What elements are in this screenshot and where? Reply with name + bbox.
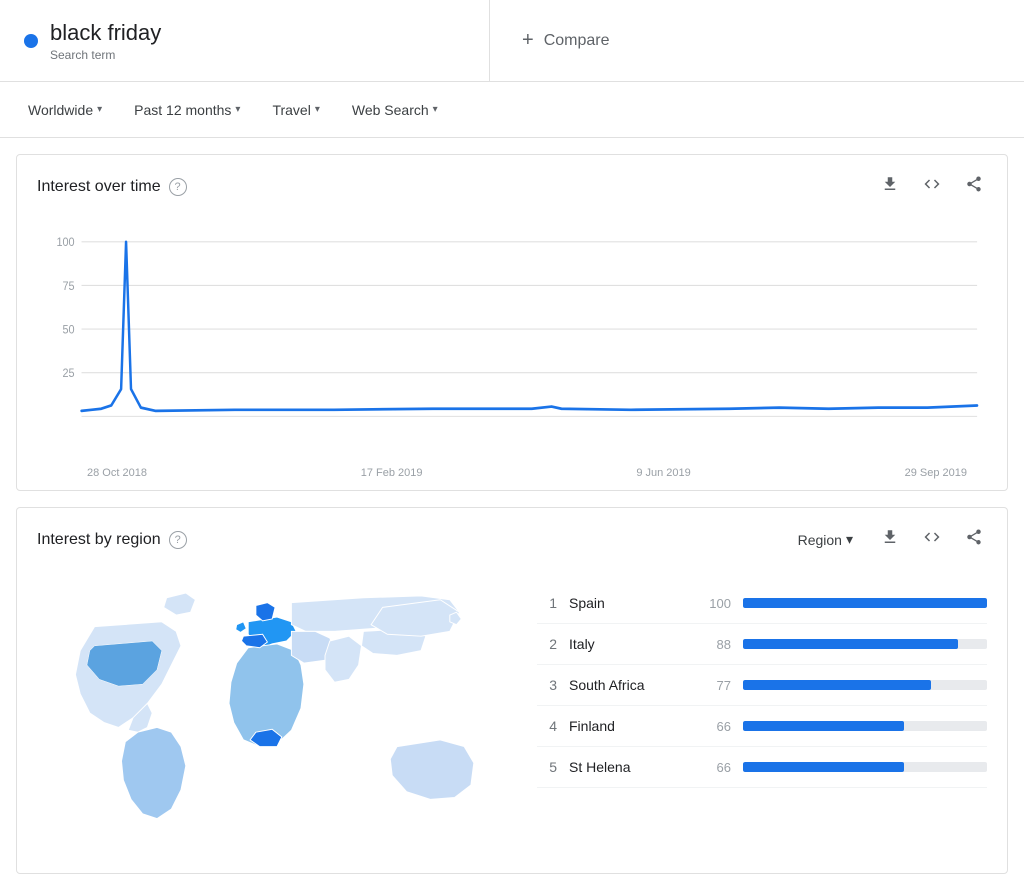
chevron-down-icon: ▾ xyxy=(97,104,102,115)
header: black friday Search term + Compare xyxy=(0,0,1024,82)
region-item: 5 St Helena 66 xyxy=(537,747,987,788)
world-map-container xyxy=(37,573,517,853)
region-list: 1 Spain 100 2 Italy 88 3 South Africa 77 xyxy=(537,573,987,853)
region-embed-button[interactable] xyxy=(919,524,945,555)
chart-container: 100 75 50 25 28 Oct 2018 17 Feb 2019 9 J… xyxy=(17,210,1007,490)
region-header: Interest by region ? Region ▾ xyxy=(17,508,1007,563)
region-rank: 4 xyxy=(537,718,557,734)
filter-websearch-label: Web Search xyxy=(352,102,429,118)
download-button[interactable] xyxy=(877,171,903,202)
help-icon[interactable]: ? xyxy=(169,178,187,196)
chevron-down-icon: ▾ xyxy=(315,104,320,115)
region-item: 2 Italy 88 xyxy=(537,624,987,665)
svg-text:75: 75 xyxy=(63,280,75,293)
section-title: Interest over time xyxy=(37,178,161,196)
embed-button[interactable] xyxy=(919,171,945,202)
region-name: Spain xyxy=(569,595,689,611)
section-header: Interest over time ? xyxy=(17,155,1007,210)
x-label-4: 29 Sep 2019 xyxy=(905,467,967,479)
region-rank: 1 xyxy=(537,595,557,611)
region-item: 4 Finland 66 xyxy=(537,706,987,747)
region-bar-bg xyxy=(743,639,987,649)
filter-travel[interactable]: Travel ▾ xyxy=(260,96,331,124)
region-bar-bg xyxy=(743,721,987,731)
region-bar xyxy=(743,721,904,731)
region-bar-bg xyxy=(743,762,987,772)
region-bar-bg xyxy=(743,680,987,690)
region-chevron-icon: ▾ xyxy=(846,531,853,548)
region-share-button[interactable] xyxy=(961,524,987,555)
region-value: 77 xyxy=(701,678,731,693)
region-bar xyxy=(743,762,904,772)
svg-text:50: 50 xyxy=(63,324,75,337)
search-term-title: black friday xyxy=(50,20,161,46)
region-content: 1 Spain 100 2 Italy 88 3 South Africa 77 xyxy=(17,563,1007,873)
region-name: Finland xyxy=(569,718,689,734)
compare-label: Compare xyxy=(544,32,610,50)
region-rank: 2 xyxy=(537,636,557,652)
compare-section[interactable]: + Compare xyxy=(490,0,1024,81)
region-value: 88 xyxy=(701,637,731,652)
region-dropdown[interactable]: Region ▾ xyxy=(790,527,861,552)
region-name: Italy xyxy=(569,636,689,652)
filter-past12months-label: Past 12 months xyxy=(134,102,231,118)
svg-text:25: 25 xyxy=(63,368,75,381)
region-title: Interest by region xyxy=(37,531,161,549)
region-name: South Africa xyxy=(569,677,689,693)
region-rank: 5 xyxy=(537,759,557,775)
filter-past12months[interactable]: Past 12 months ▾ xyxy=(122,96,252,124)
x-label-3: 9 Jun 2019 xyxy=(636,467,690,479)
region-value: 66 xyxy=(701,719,731,734)
x-label-2: 17 Feb 2019 xyxy=(361,467,423,479)
chevron-down-icon: ▾ xyxy=(235,104,240,115)
interest-over-time-section: Interest over time ? 100 75 50 xyxy=(16,154,1008,491)
region-bar xyxy=(743,639,958,649)
filter-bar: Worldwide ▾ Past 12 months ▾ Travel ▾ We… xyxy=(0,82,1024,138)
section-title-area: Interest over time ? xyxy=(37,178,187,196)
search-dot xyxy=(24,34,38,48)
region-name: St Helena xyxy=(569,759,689,775)
x-label-1: 28 Oct 2018 xyxy=(87,467,147,479)
region-rank: 3 xyxy=(537,677,557,693)
interest-by-region-section: Interest by region ? Region ▾ xyxy=(16,507,1008,874)
region-title-area: Interest by region ? xyxy=(37,531,187,549)
region-help-icon[interactable]: ? xyxy=(169,531,187,549)
search-term-text: black friday Search term xyxy=(50,20,161,62)
filter-websearch[interactable]: Web Search ▾ xyxy=(340,96,450,124)
filter-travel-label: Travel xyxy=(272,102,310,118)
region-dropdown-label: Region xyxy=(798,532,842,548)
region-download-button[interactable] xyxy=(877,524,903,555)
chevron-down-icon: ▾ xyxy=(433,104,438,115)
interest-chart: 100 75 50 25 xyxy=(37,220,987,460)
filter-worldwide[interactable]: Worldwide ▾ xyxy=(16,96,114,124)
region-bar-bg xyxy=(743,598,987,608)
filter-worldwide-label: Worldwide xyxy=(28,102,93,118)
region-bar xyxy=(743,598,987,608)
region-bar xyxy=(743,680,931,690)
region-item: 1 Spain 100 xyxy=(537,583,987,624)
region-controls: Region ▾ xyxy=(790,524,987,555)
region-item: 3 South Africa 77 xyxy=(537,665,987,706)
section-actions xyxy=(877,171,987,202)
compare-plus-icon: + xyxy=(522,29,534,52)
svg-text:100: 100 xyxy=(56,237,74,250)
search-term-subtitle: Search term xyxy=(50,48,115,62)
region-value: 100 xyxy=(701,596,731,611)
chart-x-labels: 28 Oct 2018 17 Feb 2019 9 Jun 2019 29 Se… xyxy=(37,463,987,479)
world-map xyxy=(37,573,517,853)
region-value: 66 xyxy=(701,760,731,775)
search-term-section: black friday Search term xyxy=(0,0,490,81)
share-button[interactable] xyxy=(961,171,987,202)
